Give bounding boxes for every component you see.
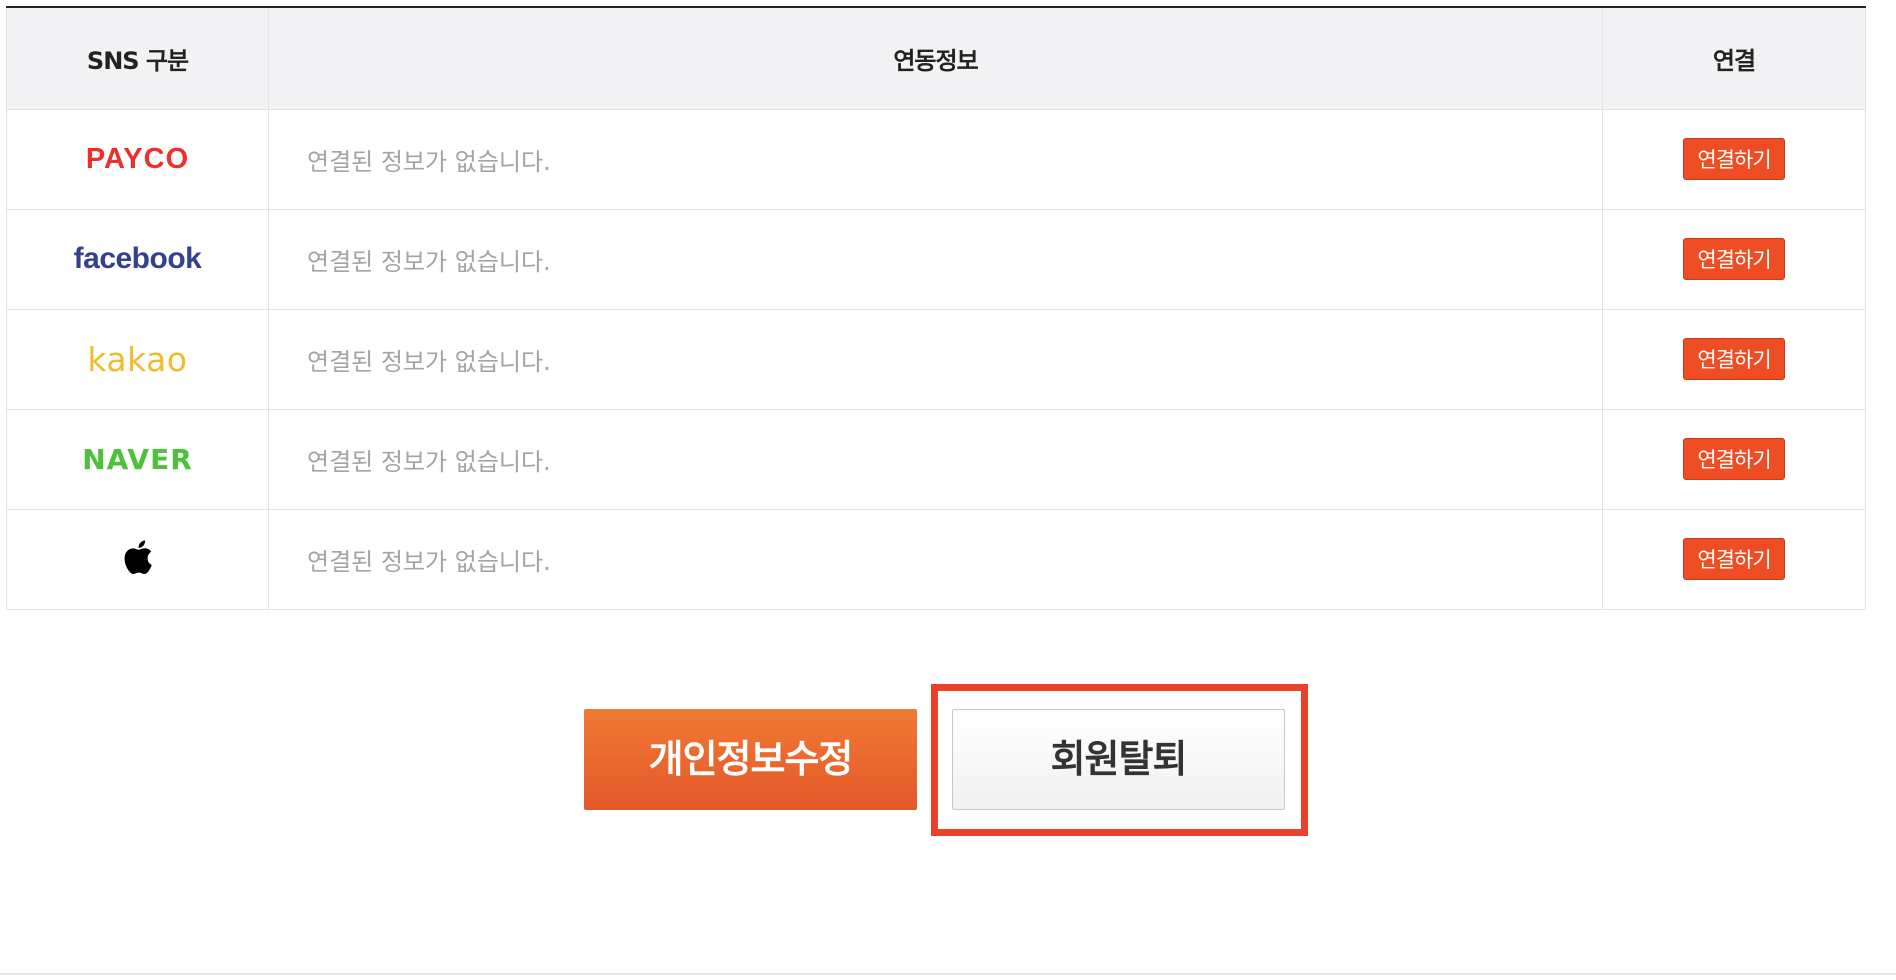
connect-payco-button[interactable]: 연결하기 (1683, 138, 1785, 180)
link-info: 연결된 정보가 없습니다. (268, 508, 1603, 610)
table-header-row: SNS 구분 연동정보 연결 (6, 6, 1866, 110)
withdraw-button[interactable]: 회원탈퇴 (952, 709, 1285, 810)
table-row: kakao 연결된 정보가 없습니다. 연결하기 (6, 308, 1866, 410)
link-info: 연결된 정보가 없습니다. (268, 108, 1603, 210)
table-row: facebook 연결된 정보가 없습니다. 연결하기 (6, 208, 1866, 310)
link-info: 연결된 정보가 없습니다. (268, 408, 1603, 510)
facebook-logo: facebook (73, 242, 202, 275)
kakao-logo: kakao (87, 339, 188, 379)
naver-logo: NAVER (82, 442, 193, 476)
header-sns-type: SNS 구분 (6, 6, 269, 110)
table-row: 연결된 정보가 없습니다. 연결하기 (6, 508, 1866, 610)
connect-facebook-button[interactable]: 연결하기 (1683, 238, 1785, 280)
divider (0, 973, 1896, 975)
connect-naver-button[interactable]: 연결하기 (1683, 438, 1785, 480)
edit-profile-button[interactable]: 개인정보수정 (584, 709, 917, 810)
link-info: 연결된 정보가 없습니다. (268, 308, 1603, 410)
apple-icon (123, 539, 153, 575)
connect-apple-button[interactable]: 연결하기 (1683, 538, 1785, 580)
payco-logo: PAYCO (85, 142, 190, 175)
table-row: PAYCO 연결된 정보가 없습니다. 연결하기 (6, 108, 1866, 210)
table-row: NAVER 연결된 정보가 없습니다. 연결하기 (6, 408, 1866, 510)
sns-connection-table: SNS 구분 연동정보 연결 PAYCO 연결된 정보가 없습니다. 연결하기 … (6, 6, 1866, 610)
link-info: 연결된 정보가 없습니다. (268, 208, 1603, 310)
connect-kakao-button[interactable]: 연결하기 (1683, 338, 1785, 380)
header-connect: 연결 (1602, 6, 1866, 110)
header-link-info: 연동정보 (268, 6, 1603, 110)
